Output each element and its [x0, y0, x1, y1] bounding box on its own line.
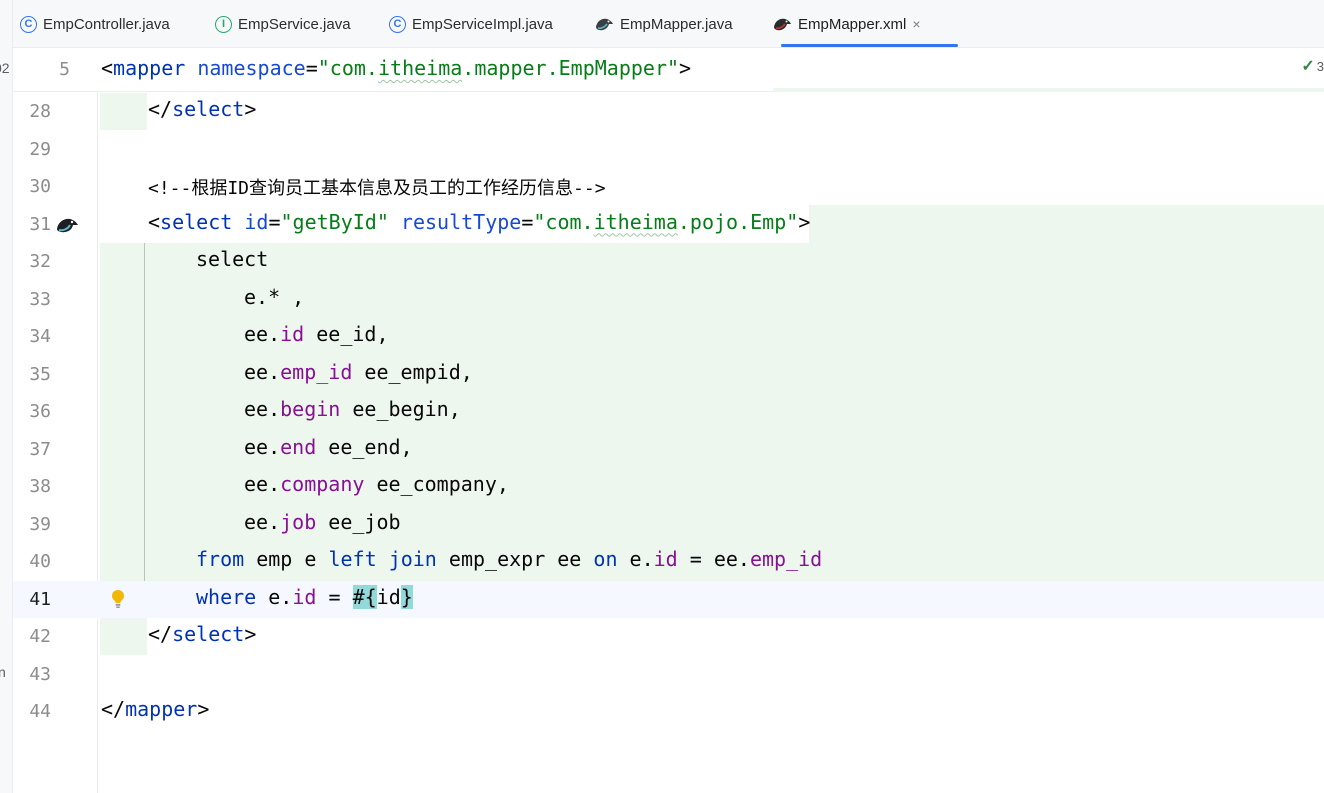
line-number: 35	[29, 363, 51, 385]
line-number: 41	[29, 588, 51, 610]
close-tab-icon[interactable]: ×	[912, 16, 920, 32]
code-row[interactable]: 30 <!--根据ID查询员工基本信息及员工的工作经历信息-->	[13, 168, 1324, 206]
sql-keyword: select	[196, 247, 269, 271]
code-line: ee.job ee_job	[244, 509, 401, 534]
line-number: 38	[29, 476, 51, 497]
code-row[interactable]: 38 ee.company ee_company,	[13, 468, 1324, 506]
code-line: ee.company ee_company,	[244, 472, 509, 496]
clipped-text: 02	[0, 60, 10, 76]
lightbulb-icon[interactable]	[111, 589, 125, 609]
line-number: 36	[29, 401, 51, 422]
tab-label: EmpController.java	[43, 15, 170, 33]
line-number: 32	[29, 251, 51, 272]
highlight-strip	[773, 88, 1324, 92]
line-number: 33	[29, 288, 51, 310]
code-row[interactable]: 35 ee.emp_id ee_empid,	[13, 356, 1324, 394]
tab-label: EmpServiceImpl.java	[412, 15, 553, 33]
line-number: 34	[29, 326, 51, 347]
code-row[interactable]: 34 ee.id ee_id,	[13, 318, 1324, 356]
code-row[interactable]: 39 ee.job ee_job	[13, 506, 1324, 544]
code-line: from emp e left join emp_expr ee on e.id…	[196, 547, 823, 571]
code-editor[interactable]: 28 </select> 29 30 <!--根据ID查询员工基本信息及员工的工…	[13, 93, 1324, 793]
line-number: 40	[29, 551, 51, 572]
code-line: e.* ,	[244, 284, 305, 309]
tab-emp-mapper-java[interactable]: EmpMapper.java	[594, 0, 733, 48]
mybatis-bird-icon	[594, 15, 614, 33]
code-line: ee.emp_id ee_empid,	[244, 359, 473, 384]
mybatis-bird-icon	[772, 15, 792, 33]
line-number: 44	[29, 701, 51, 722]
code-row[interactable]: 44 </mapper>	[13, 693, 1324, 731]
tab-label: EmpService.java	[238, 15, 351, 33]
code-row[interactable]: 31 <select id="getById" resultType="com.…	[13, 206, 1324, 244]
class-icon: C	[20, 15, 37, 33]
tab-emp-service-impl[interactable]: C EmpServiceImpl.java	[389, 0, 553, 48]
line-number: 42	[29, 626, 51, 647]
tab-emp-controller[interactable]: C EmpController.java	[20, 0, 170, 48]
left-panel-edge: 02 n	[0, 0, 13, 793]
inspection-count: 3	[1316, 58, 1324, 74]
line-number: 29	[29, 138, 51, 160]
code-row[interactable]: 42 </select>	[13, 618, 1324, 656]
line-number: 31	[29, 213, 51, 235]
sticky-header-line: 5 <mapper namespace="com.itheima.mapper.…	[13, 48, 1324, 92]
check-icon: ✓	[1301, 58, 1315, 75]
line-number: 43	[29, 663, 51, 685]
line-number: 5	[59, 59, 70, 80]
code-line: </mapper>	[101, 697, 210, 721]
code-row[interactable]: 43	[13, 656, 1324, 694]
code-line: <mapper namespace="com.itheima.mapper.Em…	[101, 56, 692, 80]
tab-label: EmpMapper.xml	[798, 15, 907, 33]
tab-label: EmpMapper.java	[620, 15, 733, 33]
editor-tab-bar: C EmpController.java I EmpService.java C…	[13, 0, 1324, 48]
tab-emp-service[interactable]: I EmpService.java	[215, 0, 351, 48]
line-number: 39	[29, 513, 51, 535]
line-number: 37	[29, 438, 51, 460]
code-line: ee.end ee_end,	[244, 434, 413, 459]
tab-emp-mapper-xml[interactable]: EmpMapper.xml ×	[772, 0, 921, 48]
code-row-current[interactable]: 41 where e.id = #{id}	[13, 580, 1324, 618]
inspection-widget[interactable]: ✓ 3	[1301, 56, 1324, 76]
class-icon: C	[389, 15, 406, 33]
code-line: </select>	[148, 97, 257, 121]
code-row[interactable]: 28 </select>	[13, 93, 1324, 131]
active-tab-indicator	[781, 44, 958, 47]
line-number: 28	[29, 101, 51, 122]
code-row[interactable]: 36 ee.begin ee_begin,	[13, 393, 1324, 431]
interface-icon: I	[215, 15, 232, 33]
code-row[interactable]: 40 from emp e left join emp_expr ee on e…	[13, 543, 1324, 581]
code-row[interactable]: 37 ee.end ee_end,	[13, 431, 1324, 469]
code-line: <select id="getById" resultType="com.ith…	[148, 209, 811, 234]
code-line: where e.id = #{id}	[196, 584, 413, 609]
line-number: 30	[29, 176, 51, 197]
mybatis-navigate-icon[interactable]	[55, 214, 79, 236]
code-line: ee.begin ee_begin,	[244, 397, 461, 421]
code-row[interactable]: 32 select	[13, 243, 1324, 281]
code-line: ee.id ee_id,	[244, 322, 389, 346]
code-row[interactable]: 33 e.* ,	[13, 281, 1324, 319]
code-line: </select>	[148, 622, 257, 646]
code-row[interactable]: 29	[13, 131, 1324, 169]
xml-comment: <!--根据ID查询员工基本信息及员工的工作经历信息-->	[148, 178, 606, 199]
clipped-text: n	[0, 664, 6, 680]
